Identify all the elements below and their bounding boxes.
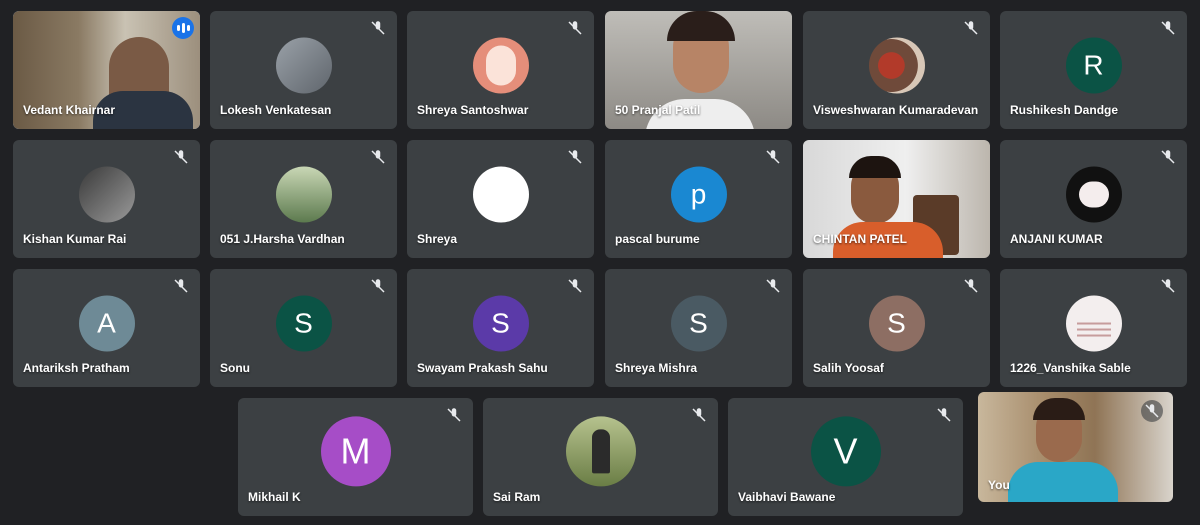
participant-name: Sonu: [220, 361, 250, 375]
letter-avatar: R: [1065, 37, 1122, 94]
mic-off-icon: [962, 19, 980, 37]
mic-off-icon: [369, 148, 387, 166]
profile-photo: [275, 166, 332, 223]
participant-name: You: [988, 478, 1010, 492]
letter-avatar: S: [868, 295, 925, 352]
mic-off-icon: [690, 406, 708, 424]
mic-off-icon: [764, 148, 782, 166]
profile-photo: [868, 37, 925, 94]
profile-photo: [275, 37, 332, 94]
participant-tile-chintan-patel[interactable]: CHINTAN PATEL: [803, 140, 990, 258]
profile-photo: [472, 37, 529, 94]
mic-off-icon: [1159, 19, 1177, 37]
participant-tile-sai-ram[interactable]: Sai Ram: [483, 398, 718, 516]
participant-name: CHINTAN PATEL: [813, 232, 907, 246]
participant-name: Visweshwaran Kumaradevan: [813, 103, 979, 117]
participant-tile-sonu[interactable]: S Sonu: [210, 269, 397, 387]
letter-avatar: A: [78, 295, 135, 352]
letter-avatar: S: [472, 295, 529, 352]
profile-photo: [565, 416, 636, 487]
participant-name: Shreya: [417, 232, 458, 246]
participant-tile-pascal-burume[interactable]: p pascal burume: [605, 140, 792, 258]
profile-photo: [1065, 166, 1122, 223]
participant-tile-kishan-kumar-rai[interactable]: Kishan Kumar Rai: [13, 140, 200, 258]
participant-tile-shreya-mishra[interactable]: S Shreya Mishra: [605, 269, 792, 387]
letter-avatar: S: [275, 295, 332, 352]
participant-name: Vedant Khairnar: [23, 103, 116, 117]
participant-tile-visweshwaran-kumaradevan[interactable]: Visweshwaran Kumaradevan: [803, 11, 990, 129]
participant-tile-salih-yoosaf[interactable]: S Salih Yoosaf: [803, 269, 990, 387]
participant-tile-pranjal-patil[interactable]: 50 Pranjal Patil: [605, 11, 792, 129]
person-shirt: [1008, 462, 1118, 502]
mic-off-icon: [935, 406, 953, 424]
participant-tile-you[interactable]: You: [978, 392, 1173, 502]
participant-tile-mikhail-k[interactable]: M Mikhail K: [238, 398, 473, 516]
mic-off-icon: [172, 277, 190, 295]
profile-photo: [1065, 295, 1122, 352]
person-hair: [849, 156, 901, 178]
participant-tile-vanshika-sable[interactable]: 1226_Vanshika Sable: [1000, 269, 1187, 387]
person-hair: [667, 11, 735, 41]
participant-name: pascal burume: [615, 232, 700, 246]
letter-avatar: V: [810, 416, 881, 487]
letter-avatar: S: [670, 295, 727, 352]
participant-tile-lokesh-venkatesan[interactable]: Lokesh Venkatesan: [210, 11, 397, 129]
participant-name: Swayam Prakash Sahu: [417, 361, 548, 375]
mic-off-icon: [566, 277, 584, 295]
participant-tile-rushikesh-dandge[interactable]: R Rushikesh Dandge: [1000, 11, 1187, 129]
mic-off-icon: [1141, 400, 1163, 422]
speaking-indicator-icon: [172, 17, 194, 39]
mic-off-icon: [764, 277, 782, 295]
participant-name: Shreya Mishra: [615, 361, 698, 375]
profile-photo: [78, 166, 135, 223]
mic-off-icon: [566, 148, 584, 166]
participant-name: 051 J.Harsha Vardhan: [220, 232, 345, 246]
mic-off-icon: [445, 406, 463, 424]
mic-off-icon: [566, 19, 584, 37]
participant-tile-harsha-vardhan[interactable]: 051 J.Harsha Vardhan: [210, 140, 397, 258]
participant-name: Shreya Santoshwar: [417, 103, 529, 117]
person-hair: [1033, 398, 1085, 420]
mic-off-icon: [1159, 148, 1177, 166]
participant-name: Mikhail K: [248, 490, 301, 504]
participant-name: Kishan Kumar Rai: [23, 232, 127, 246]
mic-off-icon: [369, 19, 387, 37]
participant-tile-anjani-kumar[interactable]: ANJANI KUMAR: [1000, 140, 1187, 258]
mic-off-icon: [369, 277, 387, 295]
participant-name: Rushikesh Dandge: [1010, 103, 1119, 117]
mic-off-icon: [1159, 277, 1177, 295]
participant-tile-shreya-santoshwar[interactable]: Shreya Santoshwar: [407, 11, 594, 129]
participant-name: Vaibhavi Bawane: [738, 490, 836, 504]
participant-tile-antariksh-pratham[interactable]: A Antariksh Pratham: [13, 269, 200, 387]
participant-tile-swayam-prakash-sahu[interactable]: S Swayam Prakash Sahu: [407, 269, 594, 387]
mic-off-icon: [962, 277, 980, 295]
participant-tile-vedant-khairnar[interactable]: Vedant Khairnar: [13, 11, 200, 129]
participant-name: Lokesh Venkatesan: [220, 103, 332, 117]
letter-avatar: M: [320, 416, 391, 487]
participant-tile-vaibhavi-bawane[interactable]: V Vaibhavi Bawane: [728, 398, 963, 516]
profile-photo: [472, 166, 529, 223]
participant-name: ANJANI KUMAR: [1010, 232, 1103, 246]
participant-name: Sai Ram: [493, 490, 541, 504]
participant-name: Antariksh Pratham: [23, 361, 130, 375]
participant-name: 50 Pranjal Patil: [615, 103, 701, 117]
letter-avatar: p: [670, 166, 727, 223]
mic-off-icon: [172, 148, 190, 166]
participant-tile-shreya[interactable]: Shreya: [407, 140, 594, 258]
participant-name: Salih Yoosaf: [813, 361, 884, 375]
participant-name: 1226_Vanshika Sable: [1010, 361, 1131, 375]
